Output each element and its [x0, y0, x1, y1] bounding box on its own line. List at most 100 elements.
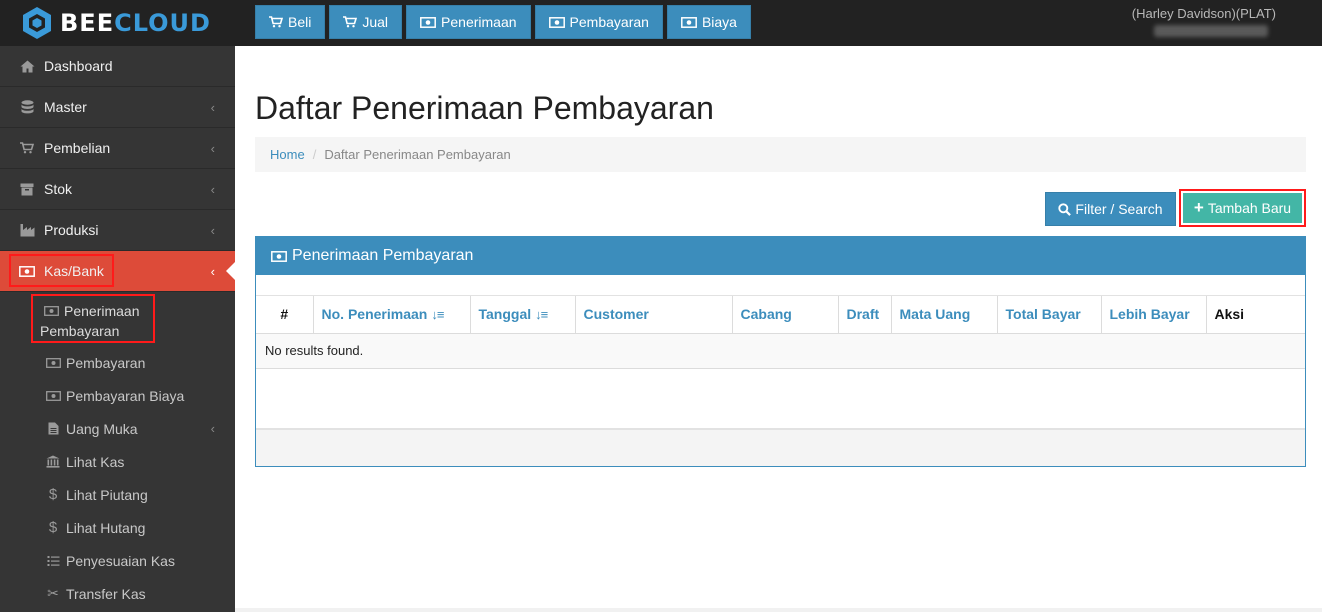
- sidebar-subitem-lihat-kas[interactable]: Lihat Kas: [0, 445, 235, 478]
- column-header-tanggal[interactable]: Tanggal ↓≡: [470, 296, 576, 334]
- sidebar-item-label: Produksi: [44, 222, 99, 238]
- column-header-cabang[interactable]: Cabang: [732, 296, 839, 334]
- breadcrumb: Home / Daftar Penerimaan Pembayaran: [255, 137, 1306, 172]
- money-icon: [271, 250, 287, 262]
- dollar-icon: $: [48, 486, 58, 503]
- sidebar-subitem-lihat-piutang[interactable]: $ Lihat Piutang: [0, 478, 235, 511]
- topnav-pembayaran-button[interactable]: Pembayaran: [534, 5, 663, 39]
- column-header-no-penerimaan[interactable]: No. Penerimaan ↓≡: [313, 296, 471, 334]
- filter-search-button[interactable]: Filter / Search: [1045, 192, 1176, 226]
- chevron-left-icon: ‹: [210, 140, 215, 156]
- sidebar-item-label: Master: [44, 99, 87, 115]
- page-footer-edge: [235, 608, 1322, 612]
- sidebar-subitem-label: Transfer Kas: [66, 585, 146, 602]
- sidebar-item-stok[interactable]: Stok ‹: [0, 169, 235, 210]
- cart-icon: [343, 16, 358, 28]
- panel-header: Penerimaan Pembayaran: [256, 237, 1305, 275]
- chevron-left-icon: ‹: [210, 181, 215, 197]
- sidebar: Dashboard Master ‹ Pembelian ‹ Stok ‹ Pr…: [0, 46, 235, 612]
- top-bar: BEECLOUD Beli Jual Penerimaan Pembayaran: [0, 0, 1322, 46]
- chevron-left-icon: ‹: [210, 421, 215, 436]
- user-email-redacted: [1154, 25, 1268, 37]
- top-nav: Beli Jual Penerimaan Pembayaran Biaya: [255, 5, 751, 39]
- brand-logo[interactable]: BEECLOUD: [0, 0, 235, 46]
- bank-icon: [45, 455, 61, 468]
- page-title: Daftar Penerimaan Pembayaran: [255, 90, 714, 126]
- sidebar-item-label: Dashboard: [44, 58, 113, 74]
- table-summary-row: [256, 275, 1305, 296]
- factory-icon: [18, 223, 36, 237]
- table-row: No results found.: [256, 333, 1305, 369]
- column-header-lebih-bayar[interactable]: Lebih Bayar: [1101, 296, 1207, 334]
- cart-icon: [18, 142, 36, 154]
- sidebar-item-produksi[interactable]: Produksi ‹: [0, 210, 235, 251]
- sidebar-item-kas-bank[interactable]: Kas/Bank ‹: [0, 251, 235, 292]
- sidebar-item-label: Stok: [44, 181, 73, 197]
- highlight-box: [31, 294, 155, 343]
- money-icon: [45, 390, 61, 401]
- chevron-left-icon: ‹: [210, 99, 215, 115]
- topnav-biaya-button[interactable]: Biaya: [666, 5, 751, 39]
- column-header-mata-uang[interactable]: Mata Uang: [891, 296, 998, 334]
- receipts-table: # No. Penerimaan ↓≡ Tanggal ↓≡ Customer Ca…: [256, 296, 1305, 369]
- table-header-row: # No. Penerimaan ↓≡ Tanggal ↓≡ Customer Ca…: [256, 296, 1305, 334]
- topnav-biaya-label: Biaya: [701, 14, 737, 30]
- sidebar-subitem-uang-muka[interactable]: Uang Muka ‹: [0, 412, 235, 445]
- topnav-penerimaan-label: Penerimaan: [441, 14, 517, 30]
- column-header-customer[interactable]: Customer: [575, 296, 733, 334]
- panel-body: # No. Penerimaan ↓≡ Tanggal ↓≡ Customer Ca…: [256, 275, 1305, 466]
- money-icon: [548, 16, 565, 28]
- search-icon: [1058, 202, 1072, 216]
- filter-search-label: Filter / Search: [1075, 201, 1163, 217]
- topnav-pembayaran-label: Pembayaran: [569, 14, 649, 30]
- empty-message: No results found.: [256, 333, 1305, 369]
- topnav-jual-button[interactable]: Jual: [329, 5, 403, 39]
- payment-receipts-panel: Penerimaan Pembayaran # No. Penerimaan ↓≡…: [255, 236, 1306, 467]
- list-icon: [45, 555, 61, 567]
- panel-title: Penerimaan Pembayaran: [292, 247, 474, 264]
- money-icon: [45, 357, 61, 368]
- panel-footer: [256, 429, 1305, 466]
- column-header-label: Tanggal: [478, 306, 532, 323]
- sidebar-item-pembelian[interactable]: Pembelian ‹: [0, 128, 235, 169]
- sidebar-item-dashboard[interactable]: Dashboard: [0, 46, 235, 87]
- sidebar-subitem-transfer-kas[interactable]: ✂ Transfer Kas: [0, 577, 235, 610]
- sidebar-item-label: Pembelian: [44, 140, 111, 156]
- box-icon: [18, 183, 36, 196]
- highlight-box: [9, 254, 114, 287]
- sidebar-item-master[interactable]: Master ‹: [0, 87, 235, 128]
- topnav-beli-button[interactable]: Beli: [255, 5, 326, 39]
- table-footer-row: [256, 408, 1305, 429]
- cart-icon: [269, 16, 283, 28]
- column-header-number: #: [256, 296, 314, 334]
- chevron-left-icon: ‹: [210, 222, 215, 238]
- sort-icon: ↓≡: [431, 307, 444, 323]
- chevron-down-icon: ‹: [210, 263, 215, 279]
- add-new-label: Tambah Baru: [1207, 200, 1292, 216]
- database-icon: [18, 100, 36, 114]
- sidebar-subitem-pembayaran-biaya[interactable]: Pembayaran Biaya: [0, 379, 235, 412]
- sort-icon: ↓≡: [535, 307, 548, 323]
- money-icon: [680, 16, 697, 28]
- plus-icon: +: [1193, 198, 1204, 217]
- add-new-button[interactable]: + Tambah Baru: [1183, 193, 1302, 223]
- topnav-beli-label: Beli: [288, 14, 312, 30]
- sidebar-subitem-label: Pembayaran: [66, 354, 146, 371]
- topnav-penerimaan-button[interactable]: Penerimaan: [406, 5, 531, 39]
- file-icon: [45, 422, 61, 435]
- home-icon: [18, 60, 36, 73]
- column-header-total-bayar[interactable]: Total Bayar: [997, 296, 1102, 334]
- column-header-draft[interactable]: Draft: [838, 296, 892, 334]
- sidebar-subitem-penyesuaian-kas[interactable]: Penyesuaian Kas: [0, 544, 235, 577]
- sidebar-subitem-lihat-hutang[interactable]: $ Lihat Hutang: [0, 511, 235, 544]
- brand-name: BEECLOUD: [60, 9, 211, 37]
- user-name[interactable]: (Harley Davidson)(PLAT): [1132, 6, 1276, 21]
- sidebar-subitem-penerimaan-pembayaran[interactable]: Penerimaan Pembayaran: [0, 292, 235, 346]
- topnav-jual-label: Jual: [362, 14, 389, 30]
- sidebar-subitem-label: Lihat Piutang: [66, 486, 148, 503]
- breadcrumb-home-link[interactable]: Home: [270, 147, 305, 162]
- sidebar-subitem-pembayaran[interactable]: Pembayaran: [0, 346, 235, 379]
- sidebar-subitem-label: Uang Muka: [66, 420, 138, 437]
- sidebar-subitem-label: Lihat Kas: [66, 453, 125, 470]
- sidebar-subitem-label: Penyesuaian Kas: [66, 552, 175, 569]
